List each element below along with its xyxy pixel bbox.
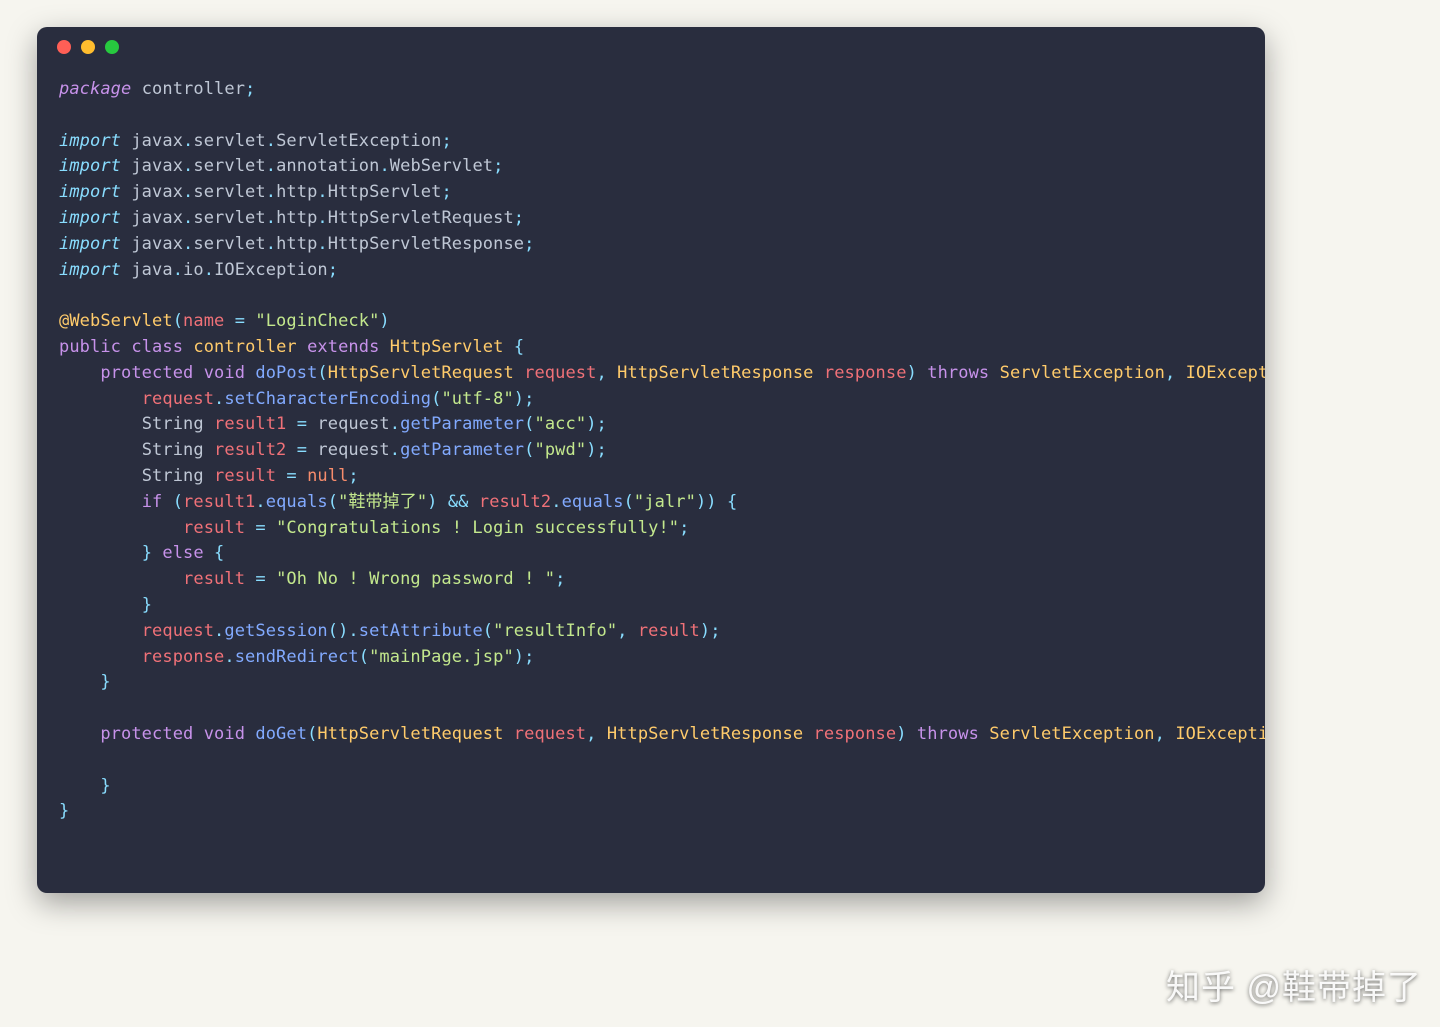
window-titlebar [37,27,1265,67]
maximize-icon[interactable] [105,40,119,54]
minimize-icon[interactable] [81,40,95,54]
watermark-text: 知乎 @鞋带掉了 [1166,960,1422,1009]
close-icon[interactable] [57,40,71,54]
annotation: @WebServlet [59,311,173,331]
code-window: package controller; import javax.servlet… [37,27,1265,893]
kw-import: import [59,131,121,151]
code-block: package controller; import javax.servlet… [37,67,1265,845]
kw-package: package [59,79,131,99]
